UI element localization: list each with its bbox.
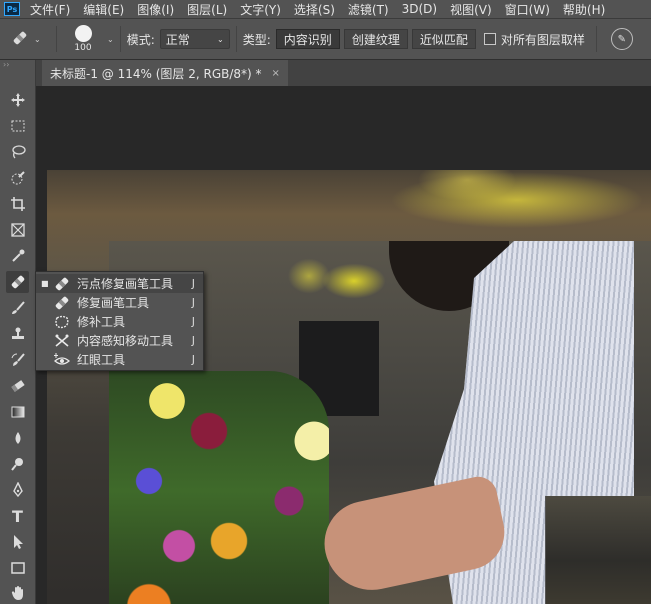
document-title: 未标题-1 @ 114% (图层 2, RGB/8*) * bbox=[50, 66, 262, 81]
photoshop-logo-icon: Ps bbox=[4, 2, 20, 16]
eraser-icon[interactable] bbox=[6, 375, 29, 397]
chevron-down-icon: ⌄ bbox=[34, 34, 41, 44]
brush-icon[interactable] bbox=[6, 297, 29, 319]
shortcut-key: J bbox=[191, 315, 195, 328]
divider bbox=[595, 26, 597, 52]
options-bar: ⌄ 100 ⌄ 模式: 正常 ⌄ 类型: 内容识别 创建纹理 近似匹配 对所有图… bbox=[0, 19, 651, 60]
divider bbox=[119, 26, 121, 52]
clone-stamp-icon[interactable] bbox=[6, 323, 29, 345]
document-tab-bar: 未标题-1 @ 114% (图层 2, RGB/8*) * × bbox=[36, 60, 651, 86]
dodge-icon[interactable] bbox=[6, 453, 29, 475]
type-icon[interactable]: T bbox=[6, 505, 29, 527]
content-aware-move-icon bbox=[54, 333, 70, 349]
menu-type[interactable]: 文字(Y) bbox=[240, 1, 281, 18]
flyout-item-label: 修复画笔工具 bbox=[77, 296, 150, 310]
healing-tools-flyout: ■ 污点修复画笔工具 J 修复画笔工具 J 修补工具 J 内容感知移动工具 J … bbox=[35, 271, 204, 371]
flower-bouquet-shape bbox=[109, 371, 329, 604]
menu-select[interactable]: 选择(S) bbox=[294, 1, 335, 18]
red-eye-icon bbox=[54, 352, 70, 368]
menu-image[interactable]: 图像(I) bbox=[137, 1, 174, 18]
layer-corner-image bbox=[545, 496, 651, 604]
brush-tip-icon bbox=[74, 25, 92, 42]
spot-healing-brush-icon[interactable] bbox=[6, 271, 29, 293]
quick-selection-icon[interactable] bbox=[6, 167, 29, 189]
marquee-icon[interactable] bbox=[6, 115, 29, 137]
pressure-size-button[interactable]: ✎ bbox=[610, 28, 633, 50]
flyout-item-content-aware-move[interactable]: 内容感知移动工具 J bbox=[36, 331, 203, 350]
healing-brush-icon bbox=[54, 295, 70, 311]
hand-icon[interactable] bbox=[6, 582, 29, 604]
flyout-item-patch[interactable]: 修补工具 J bbox=[36, 312, 203, 331]
tool-preset-picker[interactable]: ⌄ bbox=[10, 24, 50, 54]
blur-icon[interactable] bbox=[6, 427, 29, 449]
patch-icon bbox=[54, 314, 70, 330]
shortcut-key: J bbox=[191, 296, 195, 309]
shortcut-key: J bbox=[191, 334, 195, 347]
rectangle-icon[interactable] bbox=[6, 557, 29, 579]
divider bbox=[235, 26, 237, 52]
menu-bar: Ps 文件(F) 编辑(E) 图像(I) 图层(L) 文字(Y) 选择(S) 滤… bbox=[0, 0, 651, 19]
sample-all-layers-checkbox[interactable] bbox=[483, 33, 496, 45]
path-selection-icon[interactable] bbox=[6, 531, 29, 553]
shortcut-key: J bbox=[191, 277, 195, 290]
menu-help[interactable]: 帮助(H) bbox=[563, 1, 605, 18]
mode-select[interactable]: 正常 ⌄ bbox=[159, 29, 230, 49]
history-brush-icon[interactable] bbox=[6, 349, 29, 371]
mode-label: 模式: bbox=[126, 32, 155, 47]
divider bbox=[56, 26, 57, 52]
flyout-item-label: 修补工具 bbox=[77, 315, 126, 329]
spot-healing-brush-icon bbox=[10, 28, 30, 51]
current-tool-bullet: ■ bbox=[41, 279, 49, 288]
pen-icon[interactable] bbox=[6, 479, 29, 501]
sample-all-layers-label: 对所有图层取样 bbox=[500, 32, 585, 47]
brush-size-value: 100 bbox=[74, 43, 92, 53]
menu-filter[interactable]: 滤镜(T) bbox=[348, 1, 389, 18]
gradient-icon[interactable] bbox=[6, 401, 29, 423]
panel-grip[interactable]: ›› bbox=[0, 60, 35, 70]
menu-3d[interactable]: 3D(D) bbox=[402, 2, 437, 16]
menu-layer[interactable]: 图层(L) bbox=[187, 1, 227, 18]
type-create-texture-button[interactable]: 创建纹理 bbox=[343, 29, 408, 49]
lasso-icon[interactable] bbox=[6, 141, 29, 163]
move-icon[interactable] bbox=[6, 89, 29, 111]
flyout-item-label: 污点修复画笔工具 bbox=[77, 277, 174, 291]
type-proximity-match-button[interactable]: 近似匹配 bbox=[411, 29, 476, 49]
brush-picker[interactable]: 100 bbox=[63, 22, 103, 56]
type-label: 类型: bbox=[242, 32, 271, 47]
crop-icon[interactable] bbox=[6, 193, 29, 215]
eyedropper-icon[interactable] bbox=[6, 245, 29, 267]
flyout-item-healing-brush[interactable]: 修复画笔工具 J bbox=[36, 293, 203, 312]
type-content-aware-button[interactable]: 内容识别 bbox=[275, 29, 340, 49]
stylus-pressure-icon: ✎ bbox=[617, 33, 627, 45]
chevron-down-icon[interactable]: ⌄ bbox=[107, 35, 114, 44]
menu-file[interactable]: 文件(F) bbox=[30, 1, 70, 18]
flyout-item-label: 内容感知移动工具 bbox=[77, 334, 174, 348]
document-tab[interactable]: 未标题-1 @ 114% (图层 2, RGB/8*) * × bbox=[42, 60, 288, 86]
menu-window[interactable]: 窗口(W) bbox=[505, 1, 550, 18]
chevron-down-icon: ⌄ bbox=[217, 34, 224, 44]
menu-view[interactable]: 视图(V) bbox=[450, 1, 492, 18]
shortcut-key: J bbox=[191, 353, 195, 366]
flyout-item-red-eye[interactable]: 红眼工具 J bbox=[36, 350, 203, 369]
menu-edit[interactable]: 编辑(E) bbox=[83, 1, 124, 18]
tools-panel: ›› T bbox=[0, 60, 36, 604]
close-icon[interactable]: × bbox=[272, 68, 280, 79]
frame-icon[interactable] bbox=[6, 219, 29, 241]
flyout-item-spot-healing-brush[interactable]: ■ 污点修复画笔工具 J bbox=[36, 274, 203, 293]
spot-healing-brush-icon bbox=[54, 276, 70, 292]
flyout-item-label: 红眼工具 bbox=[77, 353, 126, 367]
mode-value: 正常 bbox=[165, 32, 190, 47]
